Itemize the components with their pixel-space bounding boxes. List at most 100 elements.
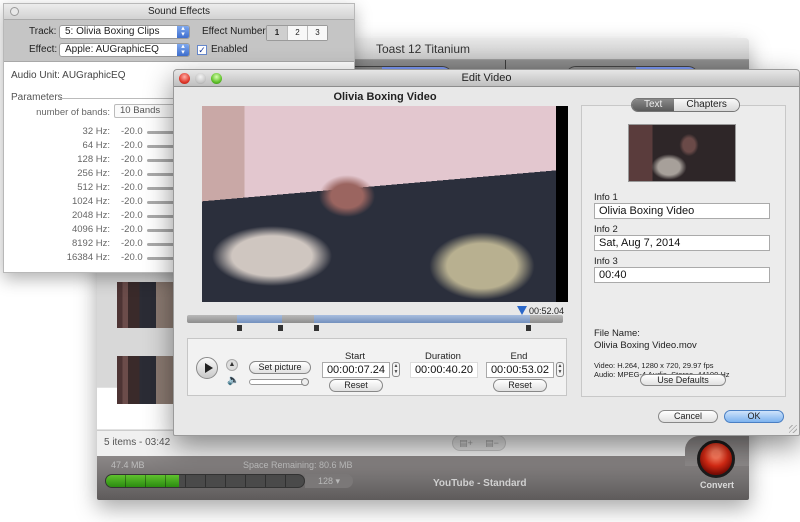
- ok-button[interactable]: OK: [724, 410, 784, 423]
- add-file-icon[interactable]: ▤+: [453, 436, 479, 450]
- file-buttons: ▤+ ▤−: [452, 435, 506, 451]
- info3-label: Info 3: [594, 256, 618, 267]
- effect-label: Effect:: [29, 44, 58, 55]
- effect-number-2[interactable]: 2: [287, 26, 307, 40]
- band-value: -20.0: [121, 154, 143, 165]
- enabled-label: Enabled: [211, 44, 248, 55]
- use-defaults-button[interactable]: Use Defaults: [640, 374, 726, 386]
- trim-end-handle[interactable]: [526, 325, 531, 331]
- clip-thumbnail: [117, 356, 173, 404]
- effect-number-selector: 1 2 3: [266, 25, 328, 41]
- close-icon[interactable]: [10, 7, 19, 16]
- remove-file-icon[interactable]: ▤−: [479, 436, 505, 450]
- playhead-marker[interactable]: [517, 306, 527, 315]
- info3-field[interactable]: 00:40: [594, 267, 770, 283]
- bands-label: number of bands:: [36, 107, 110, 118]
- playback-controls: ▲ 🔈 Set picture Start 00:00:07.24 ▲ ▼ Res…: [187, 338, 567, 396]
- info2-field[interactable]: Sat, Aug 7, 2014: [594, 235, 770, 251]
- disc-size: 47.4 MB: [111, 460, 145, 470]
- band-frequency: 32 Hz:: [82, 126, 110, 137]
- cancel-button[interactable]: Cancel: [658, 410, 718, 423]
- band-frequency: 4096 Hz:: [71, 224, 110, 235]
- trim-start-handle[interactable]: [314, 325, 319, 331]
- close-window-icon[interactable]: [179, 73, 190, 84]
- effect-select[interactable]: Apple: AUGraphicEQ ▴ ▾: [59, 43, 190, 57]
- parameters-title: Parameters: [11, 92, 63, 103]
- video-preview[interactable]: [202, 106, 568, 302]
- clip-thumbnail: [117, 282, 173, 328]
- duration-label: Duration: [425, 351, 461, 362]
- set-picture-button[interactable]: Set picture: [249, 361, 311, 374]
- info1-label: Info 1: [594, 192, 618, 203]
- band-frequency: 2048 Hz:: [71, 210, 110, 221]
- capacity-dropdown-value: 128: [317, 476, 333, 486]
- timeline-selection: [314, 315, 530, 323]
- band-value: -20.0: [121, 168, 143, 179]
- track-select-value: 5: Olivia Boxing Clips: [65, 26, 160, 37]
- tab-text[interactable]: Text: [632, 99, 675, 111]
- edit-video-title: Edit Video: [461, 72, 512, 84]
- info1-field[interactable]: Olivia Boxing Video: [594, 203, 770, 219]
- poster-thumbnail: [628, 124, 736, 182]
- band-value: -20.0: [121, 252, 143, 263]
- band-value: -20.0: [121, 210, 143, 221]
- eject-icon[interactable]: ▲: [226, 359, 238, 371]
- band-value: -20.0: [121, 182, 143, 193]
- duration-field: 00:00:40.20: [410, 362, 478, 378]
- band-value: -20.0: [121, 140, 143, 151]
- volume-icon: 🔈: [227, 375, 240, 386]
- effect-number-label: Effect Number:: [202, 26, 269, 37]
- effect-number-1[interactable]: 1: [267, 26, 287, 40]
- end-reset-button[interactable]: Reset: [493, 379, 547, 392]
- band-frequency: 256 Hz:: [77, 168, 110, 179]
- zoom-window-icon[interactable]: [211, 73, 222, 84]
- resize-grip-icon[interactable]: [789, 425, 797, 433]
- play-button[interactable]: [196, 357, 218, 379]
- band-frequency: 64 Hz:: [82, 140, 110, 151]
- start-label: Start: [344, 351, 366, 362]
- end-time-stepper[interactable]: ▲ ▼: [556, 362, 564, 377]
- trim-end-handle[interactable]: [278, 325, 283, 331]
- band-frequency: 1024 Hz:: [71, 196, 110, 207]
- edit-video-titlebar: Edit Video: [174, 70, 799, 87]
- volume-knob[interactable]: [301, 378, 309, 386]
- capacity-dropdown[interactable]: 128 ▾: [305, 474, 353, 488]
- timeline-scrubber[interactable]: [187, 306, 563, 331]
- video-title: Olivia Boxing Video: [333, 91, 437, 103]
- enabled-checkbox[interactable]: ✓: [197, 45, 207, 55]
- effect-number-3[interactable]: 3: [307, 26, 327, 40]
- space-remaining: Space Remaining: 80.6 MB: [243, 460, 353, 470]
- info-panel: Info 1 Olivia Boxing Video Info 2 Sat, A…: [581, 105, 786, 397]
- select-arrows-icon: ▴ ▾: [177, 25, 189, 38]
- file-name-value: Olivia Boxing Video.mov: [594, 340, 697, 351]
- sound-effects-header: Track: 5: Olivia Boxing Clips ▴ ▾ Effect …: [4, 20, 354, 62]
- track-select[interactable]: 5: Olivia Boxing Clips ▴ ▾: [59, 25, 190, 39]
- end-time-field[interactable]: 00:00:53.02: [486, 362, 554, 378]
- volume-slider[interactable]: [249, 378, 309, 386]
- band-value: -20.0: [121, 196, 143, 207]
- convert-button[interactable]: [697, 440, 735, 478]
- start-reset-button[interactable]: Reset: [329, 379, 383, 392]
- start-time-field[interactable]: 00:00:07.24: [322, 362, 390, 378]
- info-tabs: Text Chapters: [631, 98, 740, 112]
- tab-chapters[interactable]: Chapters: [674, 99, 739, 111]
- track-label: Track:: [29, 26, 57, 37]
- sound-effects-title: Sound Effects: [147, 6, 211, 17]
- bottom-bar: 47.4 MB Space Remaining: 80.6 MB 128 ▾ Y…: [97, 456, 749, 500]
- select-arrows-icon: ▴ ▾: [177, 43, 189, 56]
- convert-label: Convert: [699, 480, 734, 490]
- file-name-label: File Name:: [594, 328, 640, 339]
- video-frame-image: [202, 106, 556, 302]
- timeline-selection: [237, 315, 282, 323]
- minimize-window-icon[interactable]: [195, 73, 206, 84]
- trim-start-handle[interactable]: [237, 325, 242, 331]
- band-frequency: 128 Hz:: [77, 154, 110, 165]
- band-frequency: 16384 Hz:: [66, 252, 110, 263]
- preset-label: YouTube - Standard: [433, 478, 527, 489]
- edit-video-dialog: Edit Video Olivia Boxing Video 00:52.04 …: [173, 69, 800, 436]
- video-spec: Video: H.264, 1280 x 720, 29.97 fps: [594, 361, 714, 370]
- audio-unit-label: Audio Unit: AUGraphicEQ: [11, 70, 126, 81]
- info2-label: Info 2: [594, 224, 618, 235]
- items-count: 5 items - 03:42: [104, 437, 171, 448]
- start-time-stepper[interactable]: ▲ ▼: [392, 362, 400, 377]
